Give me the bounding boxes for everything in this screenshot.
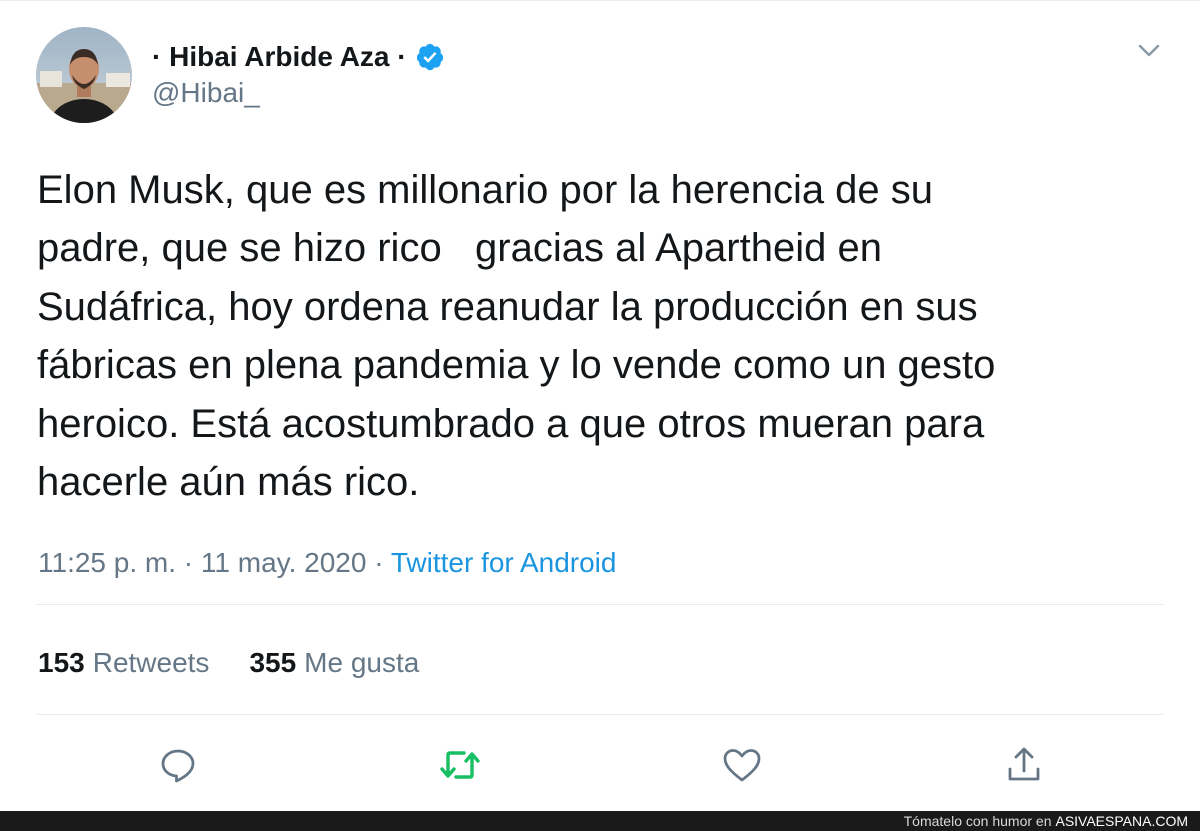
tweet-card: · Hibai Arbide Aza · @Hibai_ Elon Musk, … (0, 0, 1200, 812)
retweets-stat[interactable]: 153 Retweets (38, 647, 209, 679)
tweet-time[interactable]: 11:25 p. m. (38, 547, 176, 578)
share-icon (1008, 747, 1040, 781)
heart-icon (723, 749, 761, 782)
retweet-icon (440, 751, 480, 779)
watermark-text: Tómatelo con humor en ASIVAESPANA.COM (904, 811, 1188, 831)
retweet-button[interactable] (436, 741, 484, 789)
share-button[interactable] (1000, 741, 1048, 789)
tweet-metadata: 11:25 p. m. · 11 may. 2020 · Twitter for… (38, 547, 616, 579)
meta-separator: · (176, 547, 201, 578)
retweets-label: Retweets (92, 647, 210, 678)
likes-stat[interactable]: 355 Me gusta (249, 647, 419, 679)
chevron-down-icon (1138, 44, 1160, 57)
avatar-image (36, 27, 132, 123)
reply-icon (161, 749, 195, 783)
author-handle[interactable]: @Hibai_ (152, 77, 260, 109)
watermark-prefix: Tómatelo con humor en (903, 813, 1052, 829)
watermark-footer: Tómatelo con humor en ASIVAESPANA.COM (0, 811, 1200, 831)
tweet-date[interactable]: 11 may. 2020 (201, 547, 367, 578)
likes-count: 355 (249, 647, 297, 678)
tweet-stats: 153 Retweets 355 Me gusta (38, 647, 419, 679)
tweet-menu-button[interactable] (1134, 37, 1164, 65)
watermark-brand[interactable]: ASIVAESPANA.COM (1055, 813, 1188, 829)
likes-label: Me gusta (304, 647, 420, 678)
author-name-row: · Hibai Arbide Aza · (152, 39, 445, 75)
reply-button[interactable] (154, 741, 202, 789)
divider (36, 714, 1164, 715)
tweet-text: Elon Musk, que es millonario por la here… (37, 168, 996, 505)
divider (36, 604, 1164, 605)
retweets-count: 153 (38, 647, 85, 678)
author-display-name[interactable]: · Hibai Arbide Aza · (152, 41, 407, 73)
verified-badge-icon (415, 42, 445, 72)
tweet-source-link[interactable]: Twitter for Android (391, 547, 617, 578)
avatar[interactable] (36, 27, 132, 123)
meta-separator: · (366, 547, 391, 578)
like-button[interactable] (718, 741, 766, 789)
